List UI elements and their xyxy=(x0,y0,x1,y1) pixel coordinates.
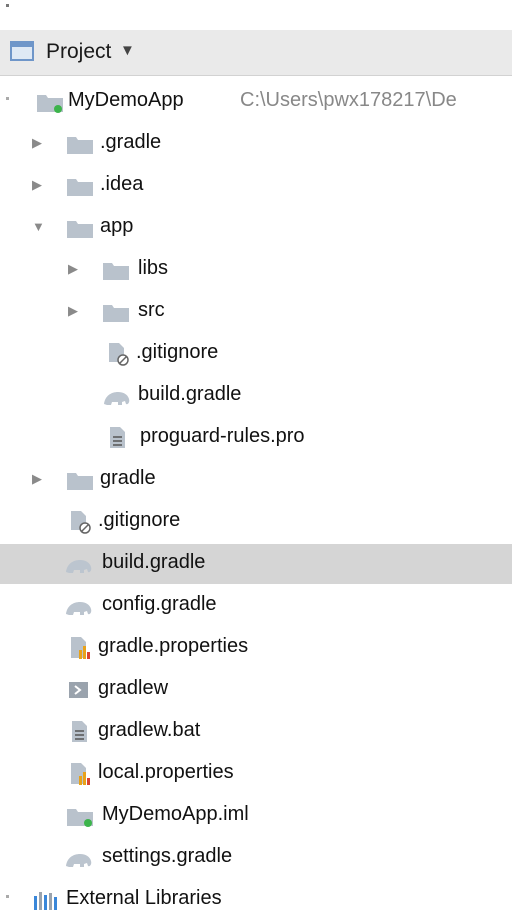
gradle-elephant-icon xyxy=(64,594,92,618)
tree-row-config-gradle[interactable]: config.gradle xyxy=(0,586,512,626)
tree-row-iml[interactable]: MyDemoApp.iml xyxy=(0,796,512,836)
tree-label-build-gradle: build.gradle xyxy=(102,551,206,573)
tree-label-gradlew-bat: gradlew.bat xyxy=(98,719,201,741)
tree-label-gradlew: gradlew xyxy=(98,677,169,699)
tree-label-gradle-properties: gradle.properties xyxy=(98,635,249,657)
tree-row-build-gradle[interactable]: build.gradle xyxy=(0,544,512,584)
tree-row-gradle-properties[interactable]: gradle.properties xyxy=(0,628,512,668)
tree-row-dot-gradle[interactable]: ▶ .gradle xyxy=(0,124,512,164)
tree-guide-dot xyxy=(6,895,9,898)
expand-arrow-icon[interactable]: ▶ xyxy=(32,472,46,486)
project-tool-window-header[interactable]: Project ▼ xyxy=(0,30,512,76)
gradle-elephant-icon xyxy=(102,384,130,408)
tree-row-gitignore[interactable]: .gitignore xyxy=(0,502,512,542)
folder-icon xyxy=(66,132,94,156)
folder-icon xyxy=(66,174,94,198)
tree-label-idea: .idea xyxy=(100,173,144,195)
tree-row-idea[interactable]: ▶ .idea xyxy=(0,166,512,206)
tree-label-app: app xyxy=(100,215,134,237)
tree-row-local-properties[interactable]: local.properties xyxy=(0,754,512,794)
project-view-icon xyxy=(10,41,34,61)
tree-label-proguard: proguard-rules.pro xyxy=(140,425,305,447)
expand-arrow-icon[interactable]: ▶ xyxy=(32,178,46,192)
tree-label-app-build-gradle: build.gradle xyxy=(138,383,242,405)
expand-arrow-icon[interactable]: ▶ xyxy=(68,304,82,318)
shell-script-icon xyxy=(66,678,94,702)
tree-row-gradle[interactable]: ▶ gradle xyxy=(0,460,512,500)
tree-label-app-gitignore: .gitignore xyxy=(136,341,219,363)
tree-row-external-libraries[interactable]: External Libraries xyxy=(0,880,512,920)
tree-row-settings-gradle[interactable]: settings.gradle xyxy=(0,838,512,878)
tree-label-config-gradle: config.gradle xyxy=(102,593,217,615)
properties-file-icon xyxy=(66,636,94,660)
gradle-elephant-icon xyxy=(64,552,92,576)
text-file-icon xyxy=(104,426,132,450)
expand-arrow-icon[interactable]: ▶ xyxy=(32,136,46,150)
tree-label-settings-gradle: settings.gradle xyxy=(102,845,233,867)
project-view-title: Project xyxy=(46,40,112,63)
tree-label-gitignore: .gitignore xyxy=(98,509,181,531)
tree-row-gradlew[interactable]: gradlew xyxy=(0,670,512,710)
module-file-icon xyxy=(66,804,94,828)
tree-label-gradle: gradle xyxy=(100,467,156,489)
tree-label-iml: MyDemoApp.iml xyxy=(102,803,249,825)
top-mark xyxy=(6,4,9,7)
ignore-file-icon xyxy=(104,342,132,366)
folder-icon xyxy=(66,216,94,240)
tree-row-proguard[interactable]: proguard-rules.pro xyxy=(0,418,512,458)
folder-icon xyxy=(66,468,94,492)
folder-icon xyxy=(102,300,130,324)
tree-label-src: src xyxy=(138,299,165,321)
tree-row-root[interactable]: MyDemoApp C:\Users\pwx178217\De xyxy=(0,82,512,122)
gradle-elephant-icon xyxy=(64,846,92,870)
root-path-text: C:\Users\pwx178217\De xyxy=(240,89,457,111)
tree-row-src[interactable]: ▶ src xyxy=(0,292,512,332)
tree-row-app-build-gradle[interactable]: build.gradle xyxy=(0,376,512,416)
tree-label-dot-gradle: .gradle xyxy=(100,131,162,153)
tree-row-libs[interactable]: ▶ libs xyxy=(0,250,512,290)
tree-label-local-properties: local.properties xyxy=(98,761,234,783)
properties-file-icon xyxy=(66,762,94,786)
collapse-arrow-icon[interactable]: ▼ xyxy=(32,220,46,234)
module-folder-icon xyxy=(36,90,64,114)
view-selector-caret-icon[interactable]: ▼ xyxy=(120,42,135,59)
ignore-file-icon xyxy=(66,510,94,534)
tree-label-external-libraries: External Libraries xyxy=(66,887,222,909)
tree-row-app[interactable]: ▼ app xyxy=(0,208,512,248)
tree-row-gradlew-bat[interactable]: gradlew.bat xyxy=(0,712,512,752)
window-top-strip xyxy=(0,0,512,30)
libraries-icon xyxy=(32,888,60,912)
tree-guide-dot xyxy=(6,97,9,100)
tree-label-libs: libs xyxy=(138,257,169,279)
text-file-icon xyxy=(66,720,94,744)
folder-icon xyxy=(102,258,130,282)
tree-row-app-gitignore[interactable]: .gitignore xyxy=(0,334,512,374)
tree-label-root: MyDemoApp xyxy=(68,89,184,111)
expand-arrow-icon[interactable]: ▶ xyxy=(68,262,82,276)
